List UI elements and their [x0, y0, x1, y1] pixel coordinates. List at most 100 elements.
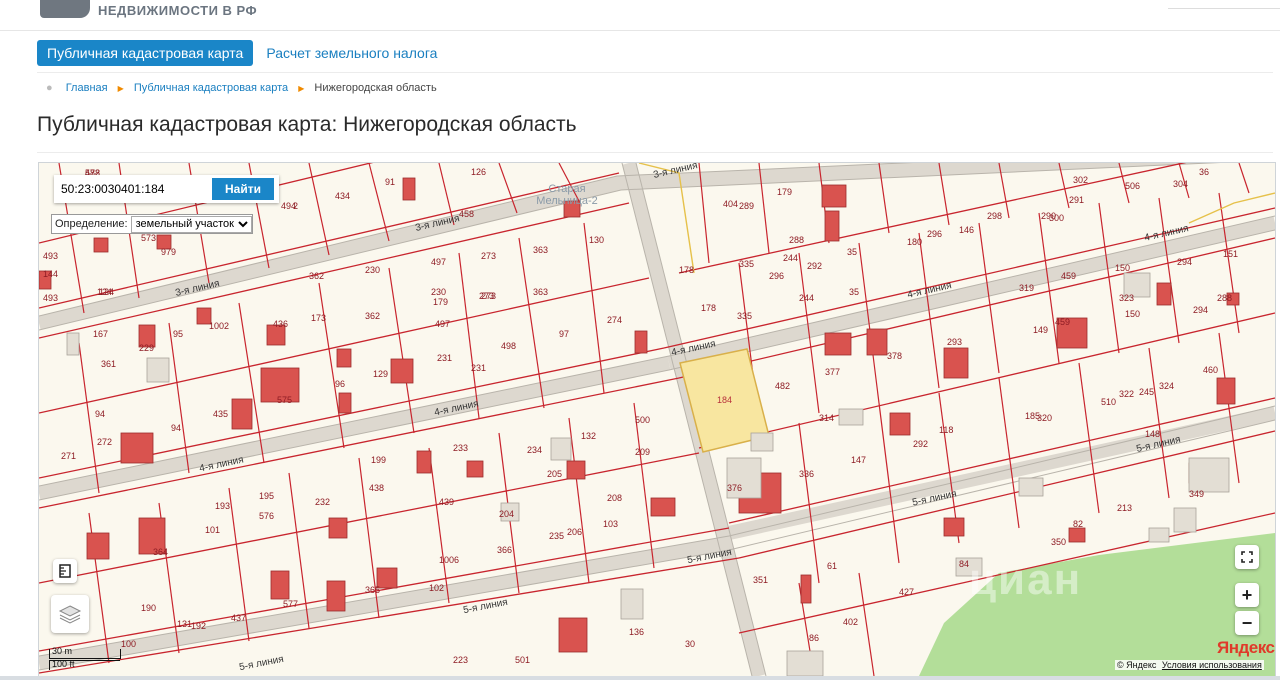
- parcel-number-label: 149: [1033, 325, 1049, 335]
- site-logo[interactable]: [40, 0, 90, 18]
- ruler-icon: [59, 564, 71, 578]
- parcel-number-label: 91: [385, 177, 396, 187]
- parcel-number-label: 294: [1177, 257, 1193, 267]
- parcel-number-label: 436: [273, 319, 289, 329]
- parcel-number-label: 501: [515, 655, 531, 665]
- parcel-number-label: 497: [431, 257, 447, 267]
- parcel-number-label: 151: [1223, 249, 1239, 259]
- parcel-number-label: 274: [607, 315, 623, 325]
- parcel-number-label: 335: [737, 311, 753, 321]
- parcel-number-label: 335: [739, 259, 755, 269]
- parcel-number-label: 35: [847, 247, 858, 257]
- cadastral-map[interactable]: 572 434 91 126 494 2 493 124 573 979 493 144 124 130 3…: [38, 162, 1276, 677]
- nav-tabs: Публичная кадастровая карта Расчет земель…: [37, 40, 447, 66]
- parcel-number-label: 232: [315, 497, 331, 507]
- parcel-number-label: 289: [739, 201, 755, 211]
- parcel-number-label: 322: [1119, 389, 1135, 399]
- terms-link[interactable]: Условия использования: [1162, 660, 1262, 670]
- parcel-number-label: 404: [723, 199, 739, 209]
- parcel-number-label: 180: [907, 237, 923, 247]
- parcel-number-label: 234: [527, 445, 543, 455]
- breadcrumb-home[interactable]: Главная: [66, 82, 108, 94]
- parcel-number-label: 377: [825, 367, 841, 377]
- parcel-number-label: 1006: [439, 555, 460, 565]
- parcel-number-label: 84: [959, 559, 970, 569]
- scale-imperial-label: 100 ft: [52, 659, 75, 669]
- watermark: циан: [969, 555, 1083, 604]
- parcel-number-label: 148: [1145, 429, 1161, 439]
- parcel-number-label: 146: [959, 225, 975, 235]
- parcel-number-label: 131: [177, 619, 193, 629]
- parcel-number-label: 245: [1139, 387, 1155, 397]
- parcel-number-label: 94: [171, 423, 182, 433]
- parcel-number-label: 493: [43, 251, 59, 261]
- parcel-number-label: 497: [435, 319, 451, 329]
- tab-land-tax[interactable]: Расчет земельного налога: [256, 40, 447, 66]
- highlighted-parcel-label[interactable]: 184: [717, 395, 732, 405]
- parcel-number-label: 434: [335, 191, 351, 201]
- parcel-number-label: 300: [1049, 213, 1065, 223]
- parcel-number-label: 459: [1055, 317, 1071, 327]
- parcel-number-label: 458: [459, 209, 475, 219]
- scale-metric-label: 30 m: [52, 646, 73, 656]
- parcel-number-label: 351: [753, 575, 769, 585]
- layers-button[interactable]: [51, 595, 89, 633]
- parcel-number-label: 437: [231, 613, 247, 623]
- parcel-number-label: 231: [437, 353, 453, 363]
- parcel-number-label: 493: [43, 293, 59, 303]
- find-button[interactable]: Найти: [212, 178, 274, 200]
- parcel-number-label: 2: [293, 201, 299, 211]
- parcel-number-label: 190: [141, 603, 157, 613]
- zoom-out-button[interactable]: −: [1235, 611, 1259, 635]
- parcel-number-label: 178: [701, 303, 717, 313]
- parcel-number-label: 271: [61, 451, 77, 461]
- zoom-in-button[interactable]: +: [1235, 583, 1259, 607]
- bottom-strip: [0, 676, 1280, 680]
- parcel-number-label: 209: [635, 447, 651, 457]
- parcel-number-label: 178: [679, 265, 695, 275]
- area-label: Старая Мельница-2: [536, 183, 598, 207]
- parcel-number-label: 100: [121, 639, 137, 649]
- fullscreen-icon: [1241, 551, 1253, 563]
- tab-cadastral-map[interactable]: Публичная кадастровая карта: [37, 40, 254, 66]
- map-tiles[interactable]: [39, 163, 1275, 676]
- parcel-number-label: 576: [259, 511, 275, 521]
- parcel-number-label: 366: [497, 545, 513, 555]
- page-title: Публичная кадастровая карта: Нижегородск…: [37, 113, 577, 136]
- parcel-number-label: 204: [499, 509, 515, 519]
- parcel-number-label: 320: [1037, 413, 1053, 423]
- parcel-number-label: 350: [1051, 537, 1067, 547]
- parcel-number-label: 233: [453, 443, 469, 453]
- ruler-button[interactable]: [53, 559, 77, 583]
- parcel-number-label: 482: [775, 381, 791, 391]
- parcel-number-label: 577: [283, 599, 299, 609]
- definition-select[interactable]: земельный участок: [130, 215, 252, 233]
- fullscreen-button[interactable]: [1235, 545, 1259, 569]
- parcel-number-label: 130: [589, 235, 605, 245]
- parcel-number-label: 97: [559, 329, 570, 339]
- parcel-number-label: 575: [277, 395, 293, 405]
- parcel-number-label: 296: [927, 229, 943, 239]
- parcel-number-label: 272: [97, 437, 113, 447]
- parcel-number-label: 223: [453, 655, 469, 665]
- parcel-number-label: 95: [173, 329, 184, 339]
- parcel-number-label: 302: [1073, 175, 1089, 185]
- parcel-number-label: 459: [1061, 271, 1077, 281]
- parcel-number-label: 336: [799, 469, 815, 479]
- site-title: НЕДВИЖИМОСТИ В РФ: [98, 3, 258, 18]
- cadastral-number-input[interactable]: [57, 179, 215, 198]
- definition-control: Определение: земельный участок: [51, 214, 253, 234]
- parcel-number-label: 364: [153, 547, 169, 557]
- parcel-number-label: 506: [1125, 181, 1141, 191]
- parcel-number-label: 298: [987, 211, 1003, 221]
- yandex-logo[interactable]: Яндекс: [1217, 638, 1275, 658]
- parcel-number-label: 439: [439, 497, 455, 507]
- definition-label: Определение:: [55, 218, 128, 230]
- parcel-number-label: 273: [479, 291, 495, 301]
- cadastral-search-box: Найти: [54, 175, 279, 203]
- parcel-number-label: 179: [777, 187, 793, 197]
- breadcrumb-cadastral-map[interactable]: Публичная кадастровая карта: [134, 82, 288, 94]
- parcel-number-label: 132: [581, 431, 597, 441]
- parcel-number-label: 150: [1115, 263, 1131, 273]
- parcel-number-label: 86: [809, 633, 820, 643]
